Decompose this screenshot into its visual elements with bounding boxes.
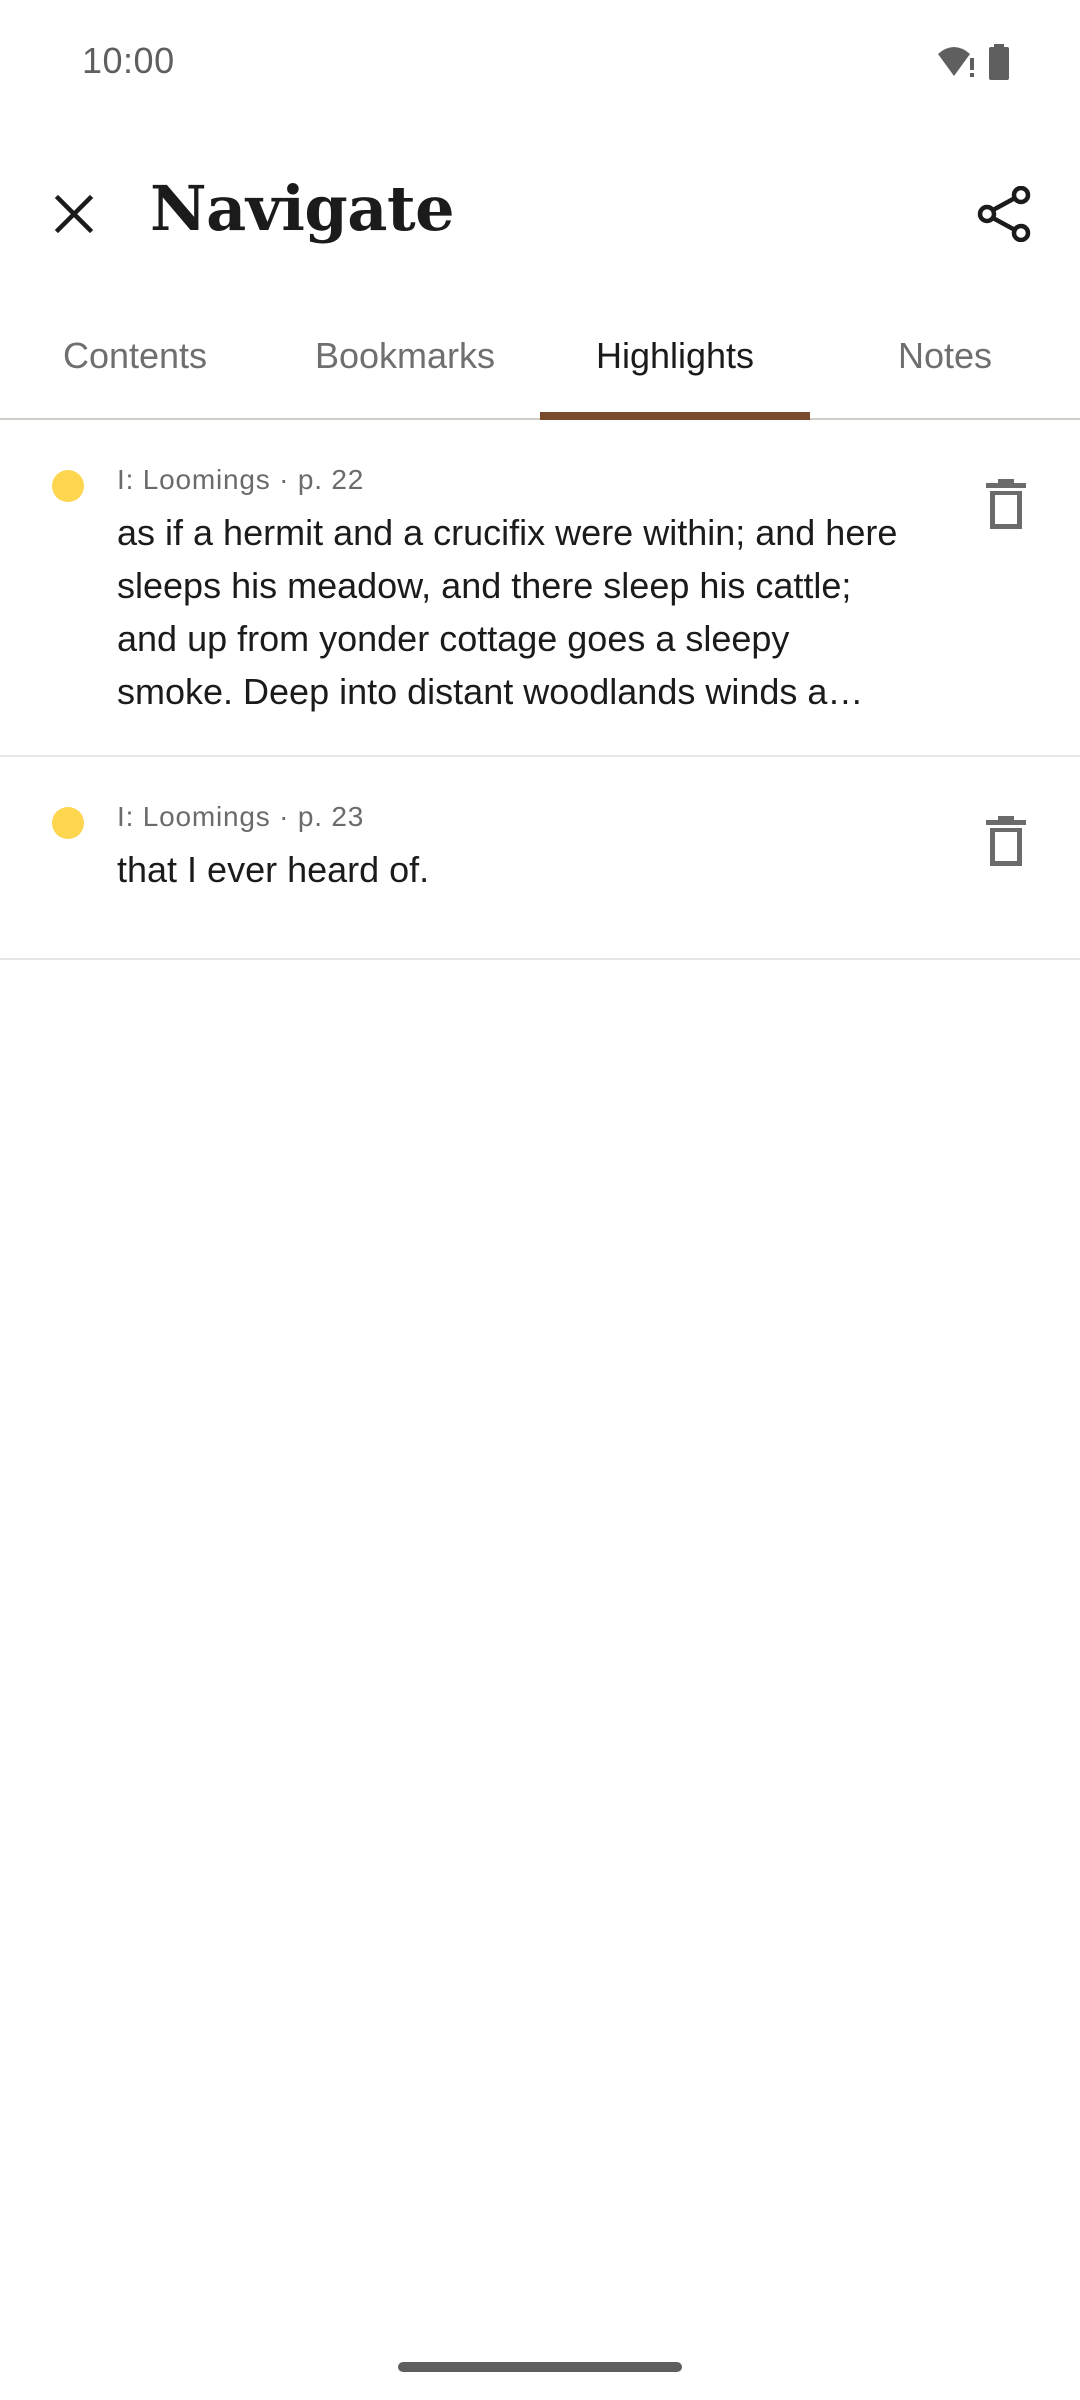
wifi-alert-icon — [936, 44, 976, 85]
tab-highlights[interactable]: Highlights — [540, 306, 810, 420]
app-bar: Navigate — [0, 150, 1080, 280]
close-icon — [54, 194, 94, 239]
share-button[interactable] — [968, 180, 1040, 252]
list-item[interactable]: I: Loomings · p. 22 as if a hermit and a… — [0, 420, 1080, 757]
gesture-nav-handle[interactable] — [398, 2362, 682, 2372]
screen: 10:00 Navigate Contents Bookmarks Highli… — [0, 0, 1080, 2400]
close-button[interactable] — [38, 180, 110, 252]
delete-button[interactable] — [970, 470, 1042, 542]
battery-icon — [988, 44, 1010, 85]
highlights-list: I: Loomings · p. 22 as if a hermit and a… — [0, 420, 1080, 960]
trash-icon — [986, 815, 1026, 871]
highlight-location: I: Loomings · p. 22 — [117, 464, 365, 495]
trash-icon — [986, 478, 1026, 534]
highlight-text: that I ever heard of. — [117, 849, 430, 890]
page-title: Navigate — [150, 172, 455, 245]
share-icon — [977, 185, 1031, 247]
highlight-text: as if a hermit and a crucifix were withi… — [117, 512, 898, 712]
list-item[interactable]: I: Loomings · p. 23 that I ever heard of… — [0, 757, 1080, 960]
tab-notes[interactable]: Notes — [810, 306, 1080, 418]
highlight-color-dot — [52, 807, 84, 839]
highlight-location: I: Loomings · p. 23 — [117, 801, 365, 832]
status-icons — [936, 44, 1010, 85]
status-bar: 10:00 — [0, 0, 1080, 128]
tab-contents[interactable]: Contents — [0, 306, 270, 418]
status-time: 10:00 — [82, 40, 175, 81]
highlight-color-dot — [52, 470, 84, 502]
delete-button[interactable] — [970, 807, 1042, 879]
tab-bar: Contents Bookmarks Highlights Notes — [0, 306, 1080, 420]
tab-bookmarks[interactable]: Bookmarks — [270, 306, 540, 418]
